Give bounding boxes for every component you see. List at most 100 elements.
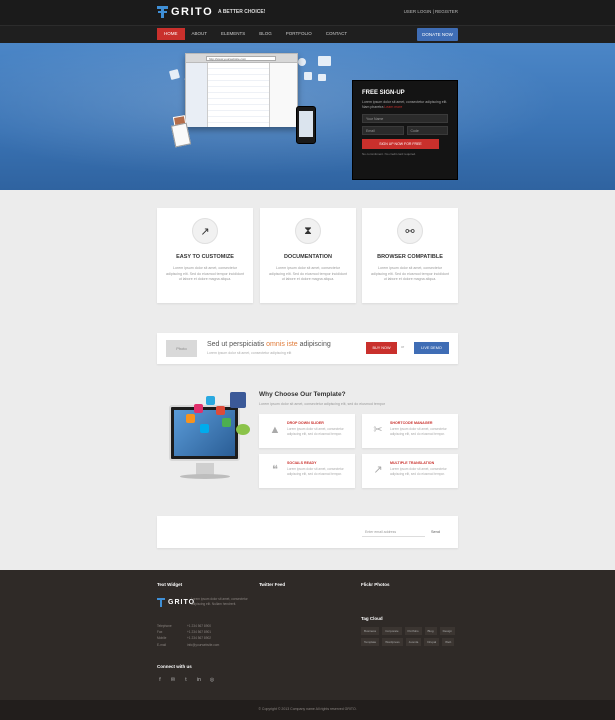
- feature-text: Lorem ipsum dolor sit amet, consectetur …: [371, 266, 449, 281]
- monitor-base: [180, 474, 230, 479]
- live-demo-button[interactable]: LIVE DEMO: [414, 342, 449, 354]
- user-links[interactable]: USER LOGIN | REGISTER: [404, 9, 458, 14]
- phone-mockup: [296, 106, 316, 144]
- tag[interactable]: Joomla: [405, 638, 422, 646]
- footer-social-links: f ✉ t in ◎: [157, 677, 215, 683]
- buy-now-button[interactable]: BUY NOW: [366, 342, 397, 354]
- twitter-icon: [206, 396, 215, 405]
- why-item-translation: ↗ MULTIPLE TRANSLATION Lorem ipsum dolor…: [362, 454, 458, 488]
- nav-item-portfolio[interactable]: PORTFOLIO: [279, 28, 319, 40]
- feature-title: DOCUMENTATION: [283, 254, 333, 260]
- signup-button[interactable]: SIGN UP NOW FOR FREE: [362, 139, 439, 149]
- newsletter-bar: Enter email address Send: [157, 516, 458, 548]
- facebook-icon[interactable]: f: [157, 677, 163, 683]
- feature-text: Lorem ipsum dolor sit amet, consectetur …: [166, 266, 244, 281]
- browser-url: http://www.yourwebsite.com: [206, 56, 276, 61]
- footer-text-widget-title: Text Widget: [157, 582, 183, 587]
- nav-item-about[interactable]: ABOUT: [185, 28, 215, 40]
- tag[interactable]: Web: [442, 638, 455, 646]
- tag[interactable]: Drupal: [424, 638, 440, 646]
- footer-contact-line: E-mail info@yourwebsite.com: [157, 643, 220, 647]
- why-item-text: Lorem ipsum dolor sit amet, consectetur …: [390, 467, 447, 476]
- why-item-text: Lorem ipsum dolor sit amet, consectetur …: [287, 427, 344, 436]
- social-icon: [222, 418, 231, 427]
- skype-icon: [200, 424, 209, 433]
- twitter-icon[interactable]: t: [183, 677, 189, 683]
- why-item-text: Lorem ipsum dolor sit amet, consectetur …: [287, 467, 344, 476]
- tag[interactable]: Wordpress: [382, 638, 403, 646]
- windows-icon: [318, 56, 331, 66]
- why-subtitle: Lorem ipsum dolor sit amet, consectetur …: [259, 402, 386, 406]
- footer-contact-line: Fax +1 234 567 8901: [157, 630, 212, 634]
- nav-item-contact[interactable]: CONTACT: [319, 28, 354, 40]
- tag[interactable]: Business: [361, 627, 380, 635]
- hourglass-icon: ⧗: [295, 218, 321, 244]
- monitor-icon: [318, 74, 326, 81]
- footer-flickr-title: Flickr Photos: [361, 582, 390, 587]
- google-plus-icon: [216, 406, 225, 415]
- signup-note: No commitment. No credit card required.: [362, 152, 417, 156]
- call-to-action: Photo Sed ut perspiciatis omnis iste adi…: [157, 333, 458, 364]
- footer-logo[interactable]: GRITO: [157, 598, 195, 607]
- email-field[interactable]: Email: [362, 126, 404, 135]
- why-item-slider: ▲ DROP DOWN SLIDER Lorem ipsum dolor sit…: [259, 414, 355, 448]
- linkedin-icon[interactable]: in: [196, 677, 202, 683]
- footer-contact-line: Mobile +1 234 567 8902: [157, 636, 212, 640]
- nav-item-elements[interactable]: ELEMENTS: [214, 28, 252, 40]
- feature-text: Lorem ipsum dolor sit amet, consectetur …: [269, 266, 347, 281]
- chat-icon: [236, 424, 250, 435]
- tag[interactable]: Blog: [424, 627, 437, 635]
- site-logo[interactable]: GRITO: [157, 5, 213, 18]
- feature-title: EASY TO CUSTOMIZE: [176, 254, 234, 260]
- signup-title: FREE SIGN-UP: [362, 90, 405, 96]
- footer-contact-line: Telephone +1 234 567 8900: [157, 624, 212, 628]
- name-field[interactable]: Your Name: [362, 114, 448, 123]
- cta-or: or: [401, 345, 405, 349]
- why-title: Why Choose Our Template?: [259, 391, 346, 398]
- newsletter-email-input[interactable]: Enter email address: [362, 528, 425, 537]
- feature-card-customize: ↗ EASY TO CUSTOMIZE Lorem ipsum dolor si…: [157, 208, 253, 303]
- tag[interactable]: Portfolio: [404, 627, 422, 635]
- nav-item-home[interactable]: HOME: [157, 28, 185, 40]
- email-icon[interactable]: ✉: [170, 677, 176, 683]
- cta-title: Sed ut perspiciatis omnis iste adipiscin…: [207, 341, 331, 348]
- footer-description: Lorem ipsum dolor sit amet, consectetur …: [191, 597, 248, 606]
- why-item-title: DROP DOWN SLIDER: [287, 421, 324, 425]
- feature-card-browser: ⚯ BROWSER COMPATIBLE Lorem ipsum dolor s…: [362, 208, 458, 303]
- why-item-title: MULTIPLE TRANSLATION: [390, 461, 435, 465]
- slider-icon: ▲: [269, 424, 281, 436]
- quote-icon: ❝: [272, 464, 278, 476]
- logo-text: GRITO: [171, 5, 214, 18]
- nav-item-blog[interactable]: BLOG: [252, 28, 279, 40]
- nav-bar: HOME ABOUT ELEMENTS BLOG PORTFOLIO CONTA…: [0, 25, 615, 43]
- newsletter-send-button[interactable]: Send: [431, 528, 440, 537]
- why-item-text: Lorem ipsum dolor sit amet, consectetur …: [390, 427, 447, 436]
- donate-button[interactable]: DONATE NOW: [417, 28, 458, 41]
- top-bar: GRITO A BETTER CHOICE! USER LOGIN | REGI…: [0, 0, 615, 25]
- signup-learn-more-link[interactable]: Learn more: [384, 105, 402, 109]
- logo-icon: [157, 598, 165, 607]
- facebook-icon: [230, 392, 246, 408]
- footer-twitter-title: Twitter Feed: [259, 582, 286, 587]
- social-icon: [194, 404, 203, 413]
- link-icon: ⚯: [397, 218, 423, 244]
- dribbble-icon[interactable]: ◎: [209, 677, 215, 683]
- tag-cloud: Business Corporate Portfolio Blog Design…: [361, 627, 457, 646]
- feature-card-documentation: ⧗ DOCUMENTATION Lorem ipsum dolor sit am…: [260, 208, 356, 303]
- tag[interactable]: Corporate: [382, 627, 402, 635]
- signup-form: FREE SIGN-UP Lorem ipsum dolor sit amet,…: [352, 80, 458, 180]
- tag[interactable]: Template: [361, 638, 380, 646]
- tagline: A BETTER CHOICE!: [218, 9, 266, 15]
- why-item-socials: ❝ SOCIALS READY Lorem ipsum dolor sit am…: [259, 454, 355, 488]
- monitor-illustration: [169, 405, 240, 461]
- scissors-icon: ✂: [373, 424, 383, 436]
- tag[interactable]: Design: [439, 627, 455, 635]
- android-icon: [304, 72, 312, 80]
- logo-icon: [157, 5, 168, 18]
- copyright-text: © Copyright © 2013 Company name All righ…: [258, 707, 357, 711]
- why-item-title: SOCIALS READY: [287, 461, 317, 465]
- code-field[interactable]: Code: [406, 126, 448, 135]
- cta-subtitle: Lorem ipsum dolor sit amet, consectetur …: [207, 351, 292, 355]
- apple-icon: [298, 58, 306, 66]
- cta-thumbnail: Photo: [166, 340, 197, 357]
